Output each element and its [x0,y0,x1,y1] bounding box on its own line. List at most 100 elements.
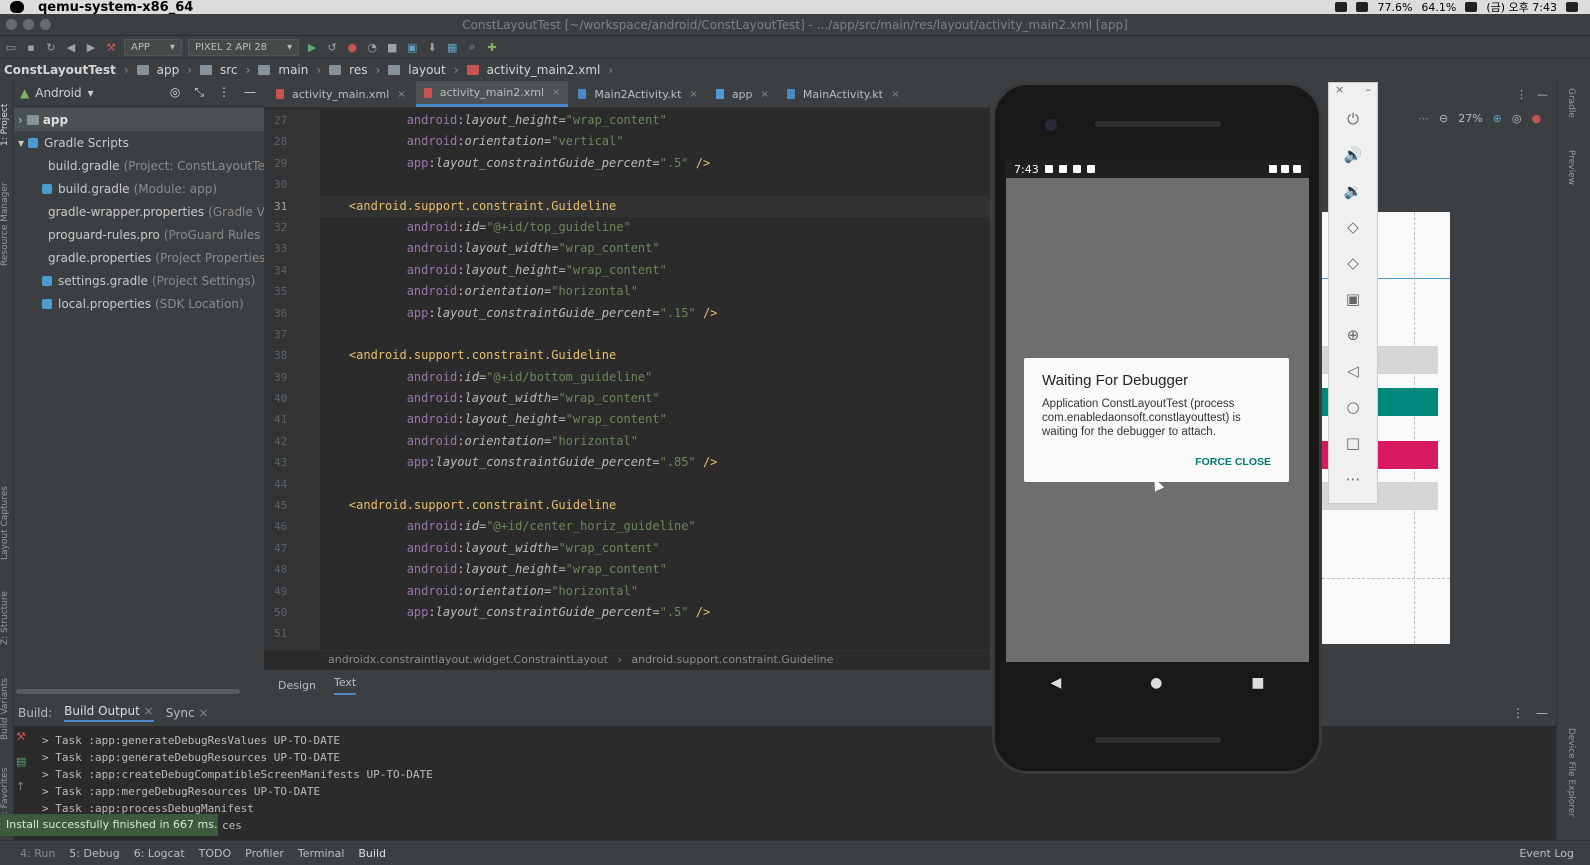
menubar-app-name[interactable]: qemu-system-x86_64 [38,0,193,15]
search-everywhere-icon[interactable]: ⌕ [465,40,479,54]
tab-app[interactable]: app × [708,81,777,107]
horizontal-scrollbar[interactable] [16,689,240,694]
layout-inspector-icon[interactable]: ▦ [445,40,459,54]
sync-icon[interactable]: ↻ [44,40,58,54]
code-line[interactable]: android:id="@+id/center_horiz_guideline" [320,516,990,537]
code-text-area[interactable]: android:layout_height="wrap_content" and… [320,110,990,650]
code-line[interactable]: app:layout_constraintGuide_percent=".15"… [320,303,990,324]
more-vert-icon[interactable]: ⋮ [1516,88,1527,101]
volume-up-icon[interactable]: 🔊 [1329,137,1377,173]
code-line[interactable]: app:layout_constraintGuide_percent=".5" … [320,153,990,174]
code-line[interactable]: android:orientation="horizontal" [320,281,990,302]
save-icon[interactable]: ▪ [24,40,38,54]
tree-item-file[interactable]: local.properties (SDK Location) [14,292,264,315]
hammer-icon[interactable]: ⚒ [104,40,118,54]
tool-favorites[interactable]: 2: Favorites [0,760,14,820]
tool-build[interactable]: Build [358,847,386,860]
tool-profiler[interactable]: Profiler [245,847,284,860]
code-line[interactable]: <android.support.constraint.Guideline [320,345,990,366]
close-window-button[interactable] [6,19,17,30]
tree-item-file[interactable]: gradle.properties (Project Properties) [14,246,264,269]
open-folder-icon[interactable]: ▭ [4,40,18,54]
code-line[interactable]: android:id="@+id/top_guideline" [320,217,990,238]
nav-back-icon[interactable]: ◀ [1050,675,1061,691]
zoom-in-icon[interactable]: ⊕ [1493,112,1502,125]
more-icon[interactable]: ⋯ [1329,461,1377,497]
tree-item-file[interactable]: build.gradle(Project: ConstLayoutTest) [14,154,264,177]
breadcrumb-project[interactable]: ConstLayoutTest [4,63,116,77]
more-horiz-icon[interactable]: ⋯ [1418,112,1429,125]
cpu-readout[interactable]: 77.6% [1377,1,1412,14]
back-nav-icon[interactable]: ◀ [64,40,78,54]
avd-manager-icon[interactable]: ▣ [405,40,419,54]
tree-item-file[interactable]: proguard-rules.pro(ProGuard Rules for a [14,223,264,246]
tool-terminal[interactable]: Terminal [298,847,345,860]
close-icon[interactable]: × [761,89,769,100]
close-icon[interactable]: × [397,89,405,100]
code-line[interactable]: <android.support.constraint.Guideline [320,495,990,516]
more-vert-icon[interactable]: ⋮ [218,85,230,100]
search-icon[interactable] [1566,2,1578,12]
run-config-select[interactable]: APP ▾ [124,38,182,56]
tab-mainactivity-kt[interactable]: MainActivity.kt × [779,81,907,107]
tab-build-output[interactable]: Build Output × [64,704,154,722]
code-line[interactable]: android:id="@+id/bottom_guideline" [320,367,990,388]
event-log[interactable]: Event Log [1519,847,1574,860]
close-icon[interactable]: × [552,87,560,98]
close-icon[interactable]: × [198,706,208,720]
camera-icon[interactable]: ▣ [1329,281,1377,317]
volume-down-icon[interactable]: 🔉 [1329,173,1377,209]
close-icon[interactable]: × [1335,83,1344,101]
minimize-icon[interactable]: – [1366,83,1372,101]
tree-item-gradle-scripts[interactable]: ▾ Gradle Scripts [14,131,264,154]
zoom-icon[interactable]: ⊕ [1329,317,1377,353]
plugin-icon[interactable]: ✚ [485,40,499,54]
zoom-window-button[interactable] [40,19,51,30]
tree-item-app[interactable]: › app [14,108,264,131]
code-line[interactable]: android:orientation="horizontal" [320,581,990,602]
tool-debug[interactable]: 5: Debug [69,847,119,860]
tree-item-file[interactable]: gradle-wrapper.properties(Gradle Versi [14,200,264,223]
close-icon[interactable]: × [144,704,154,718]
home-icon[interactable]: ○ [1329,389,1377,425]
code-line[interactable]: android:layout_width="wrap_content" [320,238,990,259]
breadcrumb-res[interactable]: res [349,63,367,77]
chevron-down-icon[interactable]: ▾ [88,86,94,100]
code-line[interactable]: <android.support.constraint.Guideline [320,195,990,217]
target-icon[interactable]: ◎ [170,85,180,100]
apply-changes-icon[interactable]: ↺ [325,40,339,54]
tool-todo[interactable]: TODO [199,847,232,860]
close-icon[interactable]: × [689,89,697,100]
code-line[interactable]: app:layout_constraintGuide_percent=".85"… [320,452,990,473]
device-select[interactable]: PIXEL 2 API 28 ▾ [187,38,300,56]
code-line[interactable] [320,474,990,495]
tool-device-file-explorer[interactable]: Device File Explorer [1566,728,1576,817]
minimize-window-button[interactable] [23,19,34,30]
apple-icon[interactable] [10,1,24,13]
close-icon[interactable]: × [891,89,899,100]
breadcrumb-src[interactable]: src [220,63,238,77]
zoom-fit-icon[interactable]: ◎ [1512,112,1522,125]
tool-layout-captures[interactable]: Layout Captures [0,480,14,560]
tool-preview[interactable]: Preview [1566,150,1576,185]
tab-activity-main2-xml[interactable]: activity_main2.xml × [415,81,569,107]
minimize-panel-icon[interactable]: — [1537,88,1548,101]
code-line[interactable]: android:layout_width="wrap_content" [320,388,990,409]
breadcrumb-app[interactable]: app [157,63,180,77]
breadcrumb-layout[interactable]: layout [408,63,445,77]
code-line[interactable]: android:orientation="vertical" [320,131,990,152]
code-line[interactable]: app:layout_constraintGuide_percent=".5" … [320,602,990,623]
more-vert-icon[interactable]: ⋮ [1512,706,1524,720]
chevron-down-icon[interactable]: ▾ [18,136,24,150]
wifi-icon[interactable] [1465,2,1478,12]
rotate-left-icon[interactable]: ◇ [1329,209,1377,245]
hammer-icon[interactable]: ⚒ [16,730,26,743]
phone-screen[interactable]: 7:43 Waiting For Debugger Application Co… [1006,160,1309,662]
code-line[interactable] [320,623,990,644]
tool-build-variants[interactable]: Build Variants [0,670,14,740]
xml-breadcrumb-item[interactable]: android.support.constraint.Guideline [631,653,833,666]
error-icon[interactable]: ● [1532,112,1542,125]
minimize-panel-icon[interactable]: — [244,85,256,100]
minimize-panel-icon[interactable]: — [1536,706,1548,720]
chevron-right-icon[interactable]: › [18,113,23,127]
